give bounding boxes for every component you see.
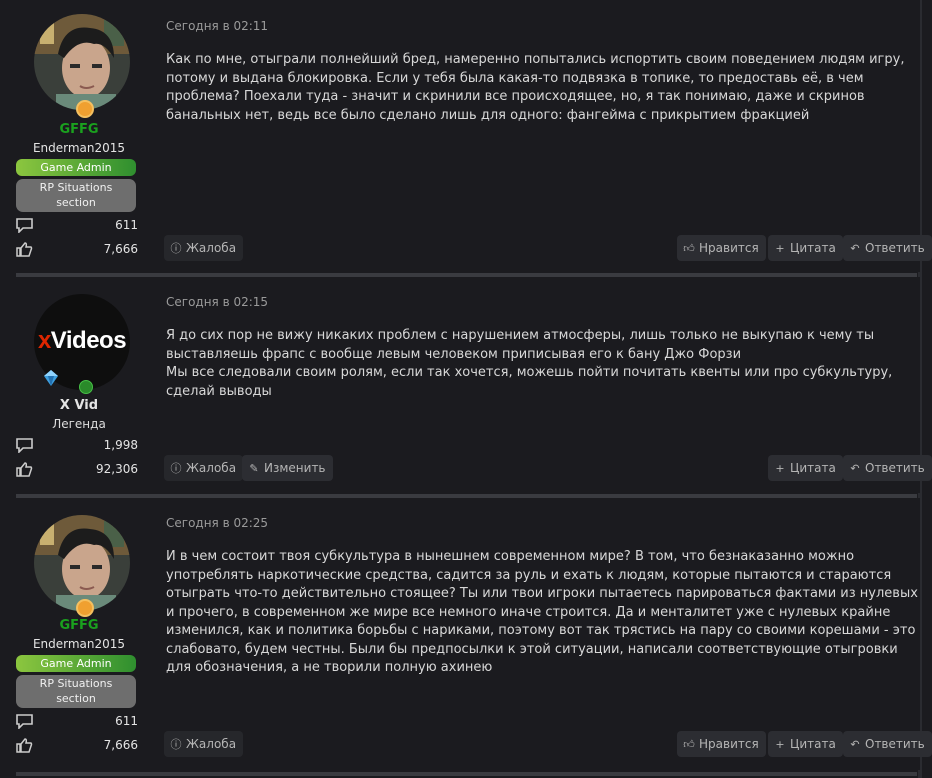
edit-button[interactable]: ✎ Изменить [242,455,333,481]
reply-button[interactable]: ↶ Ответить [843,455,932,481]
edit-label: Изменить [264,461,326,475]
report-icon: ⓘ [170,462,182,475]
reply-label: Ответить [865,461,925,475]
reply-button[interactable]: ↶ Ответить [843,235,932,261]
reactions-count: 92,306 [96,462,138,476]
trophy-badge-icon [76,599,94,617]
section-badge-line1: RP Situations [39,181,113,194]
section-badge-line2: section [56,196,96,209]
messages-stat: 1,998 [16,437,138,457]
reply-label: Ответить [865,737,925,751]
avatar-text-x: x [37,327,51,354]
messages-icon [16,714,33,729]
like-button[interactable]: 👍︎ Нравится [677,731,766,757]
report-button[interactable]: ⓘ Жалоба [164,731,244,757]
username[interactable]: Enderman2015 [16,637,142,651]
section-badge: RP Situations section [16,675,136,708]
reply-icon: ↶ [850,462,860,475]
role-badge: Game Admin [16,655,136,672]
avatar[interactable] [34,515,130,611]
report-label: Жалоба [186,461,237,475]
report-label: Жалоба [186,737,237,751]
section-badge-line1: RP Situations [39,677,113,690]
user-title: GFFG [59,618,99,633]
messages-count: 1,998 [103,438,138,452]
reply-label: Ответить [865,241,925,255]
messages-icon [16,438,33,453]
report-icon: ⓘ [170,242,182,255]
like-icon: 👍︎ [683,242,695,255]
like-button[interactable]: 👍︎ Нравится [677,235,766,261]
messages-stat: 611 [16,217,138,237]
post-body: Я до сих пор не вижу никаких проблем с н… [166,327,918,401]
quote-icon: + [775,462,785,475]
crystal-icon [44,370,58,386]
like-label: Нравится [699,241,759,255]
messages-count: 611 [115,218,138,232]
post-paragraph: Я до сих пор не вижу никаких проблем с н… [166,328,875,362]
report-icon: ⓘ [170,738,182,751]
quote-button[interactable]: + Цитата [768,455,843,481]
messages-count: 611 [115,714,138,728]
report-button[interactable]: ⓘ Жалоба [164,235,244,261]
online-badge-icon [79,380,93,394]
edit-icon: ✎ [249,462,259,475]
avatar-text: Videos [50,327,127,354]
post: GFFG Enderman2015 Game Admin RP Situatio… [10,498,932,770]
reactions-icon [16,462,33,477]
username[interactable]: Enderman2015 [16,141,142,155]
reactions-icon [16,738,33,753]
quote-label: Цитата [790,241,836,255]
role-badge: Game Admin [16,159,136,176]
user-role: Легенда [52,417,106,431]
avatar[interactable] [34,14,130,110]
post-paragraph: Как по мне, отыграли полнейший бред, нам… [166,52,905,123]
reactions-count: 7,666 [103,242,138,256]
post-paragraph: И в чем состоит твоя субкультура в нынеш… [166,549,918,675]
like-icon: 👍︎ [683,738,695,751]
quote-icon: + [775,738,785,751]
reactions-stat: 92,306 [16,461,138,481]
post-body: Как по мне, отыграли полнейший бред, нам… [166,51,918,125]
post-separator [16,772,917,776]
messages-stat: 611 [16,713,138,733]
quote-icon: + [775,242,785,255]
reply-icon: ↶ [850,242,860,255]
reactions-stat: 7,666 [16,737,138,757]
reactions-count: 7,666 [103,738,138,752]
reactions-stat: 7,666 [16,241,138,261]
messages-icon [16,218,33,233]
report-button[interactable]: ⓘ Жалоба [164,455,244,481]
post: xVideos X Vid Легенда 1,998 92,306 Сегод… [10,277,932,493]
post-paragraph: Мы все следовали своим ролям, если так х… [166,365,893,399]
post-date[interactable]: Сегодня в 02:15 [166,295,268,309]
username[interactable]: X Vid [16,398,142,413]
quote-label: Цитата [790,737,836,751]
section-badge-line2: section [56,692,96,705]
reactions-icon [16,242,33,257]
user-title: GFFG [59,122,99,137]
post-body: И в чем состоит твоя субкультура в нынеш… [166,548,918,678]
post: GFFG Enderman2015 Game Admin RP Situatio… [10,0,932,272]
trophy-badge-icon [76,100,94,118]
like-label: Нравится [699,737,759,751]
reply-icon: ↶ [850,738,860,751]
quote-label: Цитата [790,461,836,475]
reply-button[interactable]: ↶ Ответить [843,731,932,757]
post-date[interactable]: Сегодня в 02:25 [166,516,268,530]
quote-button[interactable]: + Цитата [768,235,843,261]
section-badge: RP Situations section [16,179,136,212]
quote-button[interactable]: + Цитата [768,731,843,757]
post-date[interactable]: Сегодня в 02:11 [166,19,268,33]
report-label: Жалоба [186,241,237,255]
